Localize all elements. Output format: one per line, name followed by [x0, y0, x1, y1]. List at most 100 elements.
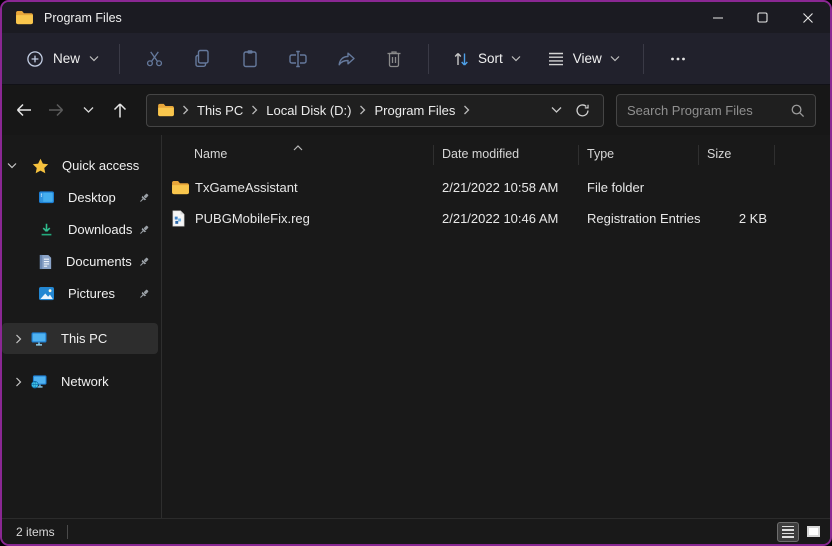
address-bar[interactable]: This PC Local Disk (D:) Program Files — [146, 94, 604, 127]
pictures-icon — [38, 286, 55, 301]
file-date-modified: 2/21/2022 10:46 AM — [434, 211, 579, 226]
search-box — [616, 94, 816, 127]
breadcrumb-chevron-icon — [251, 105, 258, 115]
copy-button[interactable] — [182, 41, 222, 77]
cut-button[interactable] — [134, 41, 174, 77]
column-header-date-modified[interactable]: Date modified — [434, 140, 579, 168]
sort-ascending-icon — [293, 140, 303, 154]
toolbar-separator — [643, 44, 644, 74]
chevron-down-icon — [511, 55, 521, 62]
back-button[interactable] — [8, 94, 40, 126]
delete-button[interactable] — [374, 41, 414, 77]
search-icon[interactable] — [790, 103, 805, 118]
paste-button[interactable] — [230, 41, 270, 77]
toolbar-separator — [428, 44, 429, 74]
file-date-modified: 2/21/2022 10:58 AM — [434, 180, 579, 195]
column-header-type[interactable]: Type — [579, 140, 699, 168]
breadcrumb-chevron-icon — [463, 105, 470, 115]
navigation-bar: This PC Local Disk (D:) Program Files — [2, 85, 830, 135]
file-name: PUBGMobileFix.reg — [195, 211, 310, 226]
navigation-pane: Quick access Desktop Downloads — [2, 135, 162, 518]
window-title: Program Files — [44, 11, 122, 25]
share-icon — [337, 50, 356, 68]
pin-icon — [138, 288, 150, 300]
pin-icon — [138, 192, 150, 204]
chevron-down-icon — [610, 55, 620, 62]
pin-icon — [138, 224, 150, 236]
sidebar-item-pictures[interactable]: Pictures — [2, 278, 158, 309]
sidebar-item-label: Network — [61, 374, 109, 389]
new-button-label: New — [53, 51, 80, 66]
command-bar: New — [2, 33, 830, 85]
file-row-txgameassistant[interactable]: TxGameAssistant 2/21/2022 10:58 AM File … — [162, 172, 830, 203]
forward-button[interactable] — [40, 94, 72, 126]
delete-icon — [385, 49, 403, 68]
sort-icon — [452, 50, 470, 68]
chevron-right-icon[interactable] — [8, 377, 28, 387]
sort-button[interactable]: Sort — [443, 43, 530, 75]
sidebar-item-label: This PC — [61, 331, 107, 346]
chevron-right-icon[interactable] — [8, 334, 28, 344]
sidebar-item-quick-access[interactable]: Quick access — [2, 150, 158, 181]
sidebar-item-desktop[interactable]: Desktop — [2, 182, 158, 213]
maximize-button[interactable] — [740, 2, 785, 33]
file-explorer-window: Program Files New — [0, 0, 832, 546]
status-bar: 2 items — [2, 518, 830, 544]
sidebar-item-label: Quick access — [62, 158, 139, 173]
breadcrumb-chevron-icon — [182, 105, 189, 115]
sidebar-item-downloads[interactable]: Downloads — [2, 214, 158, 245]
chevron-down-icon — [89, 55, 99, 62]
copy-icon — [193, 49, 211, 68]
rename-icon — [288, 50, 308, 68]
folder-icon — [157, 103, 175, 117]
downloads-icon — [38, 222, 55, 238]
registry-file-icon — [171, 210, 193, 227]
large-icons-view-button[interactable] — [802, 522, 824, 542]
column-header-name[interactable]: Name — [162, 140, 434, 168]
this-pc-icon — [30, 331, 48, 346]
close-button[interactable] — [785, 2, 830, 33]
rename-button[interactable] — [278, 41, 318, 77]
items-count: 2 items — [16, 525, 55, 539]
recent-locations-button[interactable] — [72, 94, 104, 126]
large-icons-view-icon — [807, 526, 820, 537]
desktop-icon — [38, 190, 55, 205]
sidebar-item-label: Downloads — [68, 222, 132, 237]
sidebar-item-label: Desktop — [68, 190, 116, 205]
breadcrumb-chevron-icon — [359, 105, 366, 115]
search-input[interactable] — [627, 103, 790, 118]
pin-icon — [138, 256, 150, 268]
sidebar-item-label: Documents — [66, 254, 132, 269]
details-view-button[interactable] — [777, 522, 799, 542]
view-button-label: View — [573, 51, 602, 66]
folder-icon — [15, 10, 34, 25]
file-list: Name Date modified Type Size — [162, 135, 830, 518]
address-dropdown-button[interactable] — [543, 97, 569, 123]
breadcrumb-local-disk-d[interactable]: Local Disk (D:) — [265, 101, 352, 120]
star-icon — [32, 158, 49, 174]
network-icon — [30, 374, 48, 389]
share-button[interactable] — [326, 41, 366, 77]
chevron-down-icon[interactable] — [2, 162, 22, 169]
titlebar: Program Files — [2, 2, 830, 33]
sidebar-item-label: Pictures — [68, 286, 115, 301]
sort-button-label: Sort — [478, 51, 503, 66]
more-options-button[interactable] — [658, 41, 698, 77]
file-size: 2 KB — [699, 211, 775, 226]
column-header-size[interactable]: Size — [699, 140, 775, 168]
refresh-button[interactable] — [569, 97, 595, 123]
toolbar-separator — [119, 44, 120, 74]
plus-circle-icon — [26, 50, 44, 68]
sidebar-item-documents[interactable]: Documents — [2, 246, 158, 277]
new-button[interactable]: New — [16, 43, 109, 75]
file-row-pubgmobilefix-reg[interactable]: PUBGMobileFix.reg 2/21/2022 10:46 AM Reg… — [162, 203, 830, 234]
breadcrumb-this-pc[interactable]: This PC — [196, 101, 244, 120]
view-button[interactable]: View — [538, 44, 629, 74]
file-type: File folder — [579, 180, 699, 195]
breadcrumb-program-files[interactable]: Program Files — [373, 101, 456, 120]
sidebar-item-this-pc[interactable]: This PC — [2, 323, 158, 354]
minimize-button[interactable] — [695, 2, 740, 33]
up-button[interactable] — [104, 94, 136, 126]
sidebar-item-network[interactable]: Network — [2, 366, 158, 397]
status-divider — [67, 525, 68, 539]
